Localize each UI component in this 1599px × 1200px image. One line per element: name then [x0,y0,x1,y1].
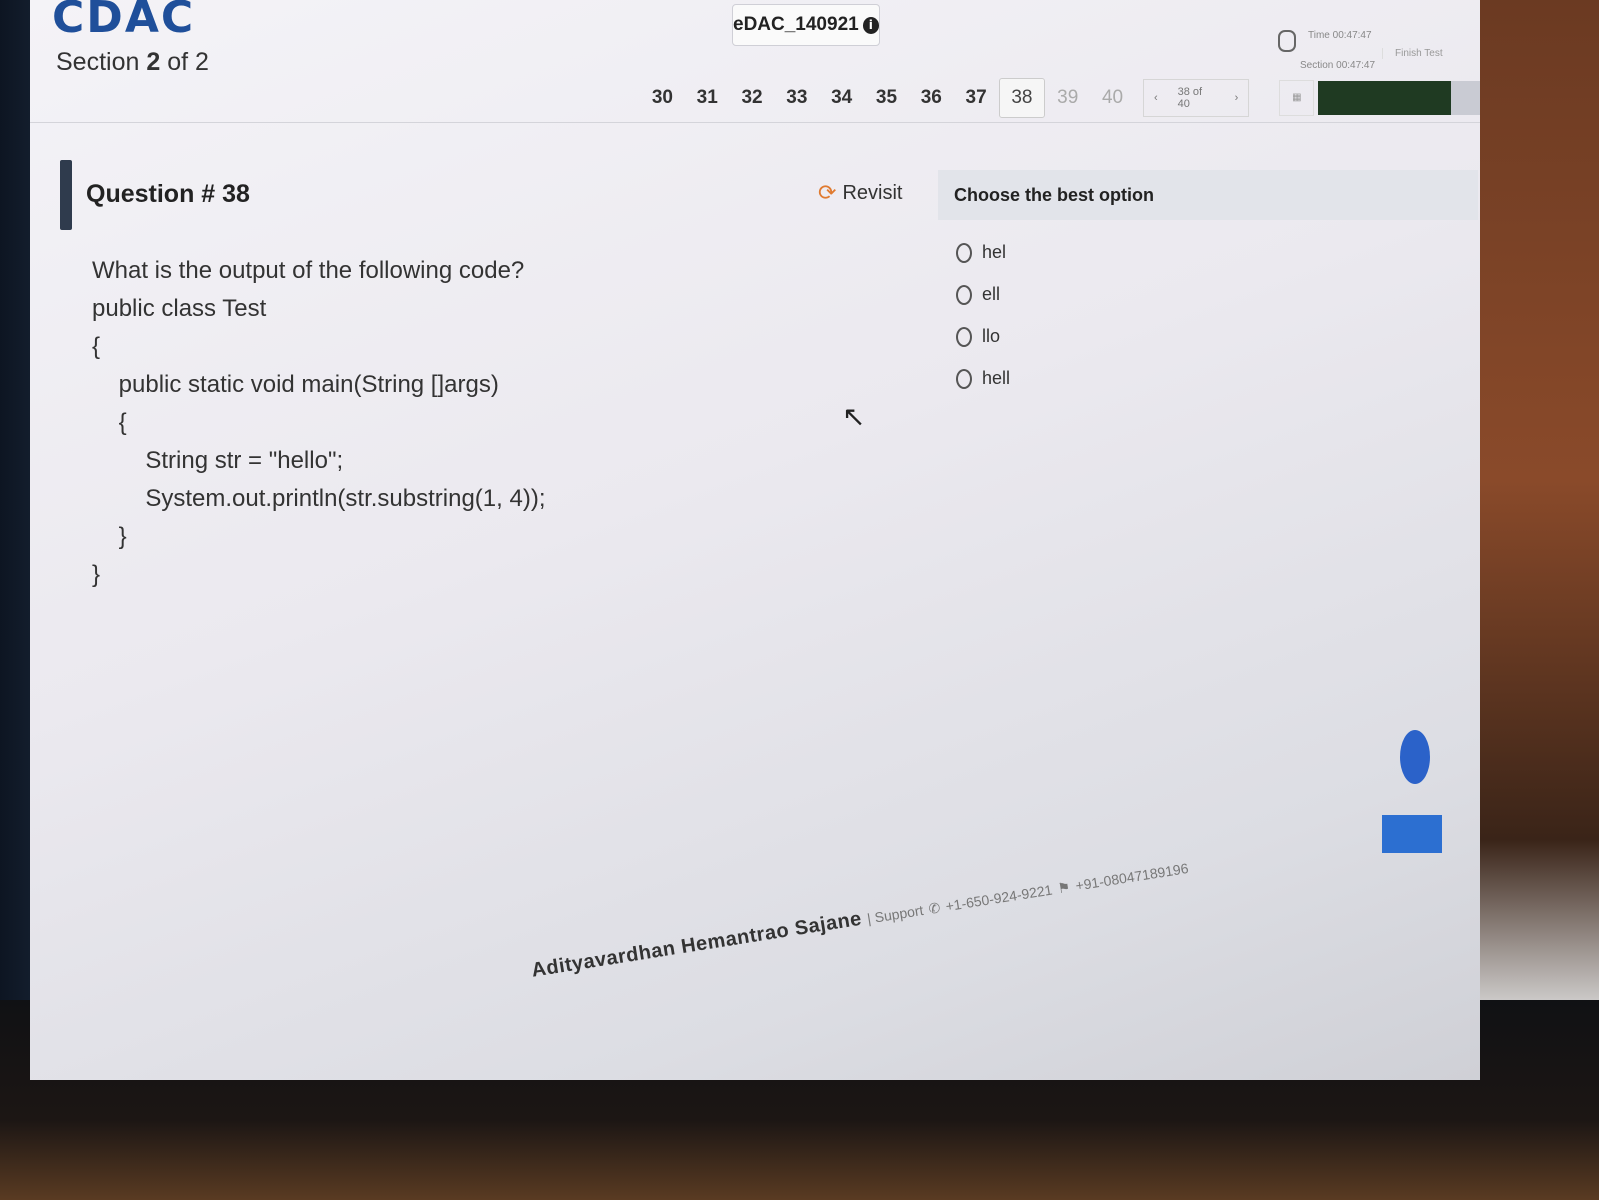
code-line: } [92,561,101,588]
revisit-button[interactable]: ⟳ Revisit [818,180,902,206]
support-phone-in[interactable]: +91-08047189196 [1074,860,1189,894]
option-hell[interactable]: hell [956,368,1010,389]
question-number-34[interactable]: 34 [819,87,864,109]
question-number-31[interactable]: 31 [685,87,730,109]
question-number-40[interactable]: 40 [1090,87,1135,109]
us-flag-icon: ⚑ [1056,878,1072,897]
question-pager: ‹ 38 of 40 › [1142,79,1250,117]
radio-button[interactable] [956,242,972,263]
question-number-30[interactable]: 30 [640,87,685,109]
exam-id-badge[interactable]: eDAC_140921 i [732,4,880,46]
code-line: System.out.println(str.substring(1, 4)); [92,485,546,512]
question-number-35[interactable]: 35 [864,87,909,109]
question-number-38[interactable]: 38 [998,78,1046,118]
question-number-39[interactable]: 39 [1045,87,1090,109]
progress-bar [1318,81,1451,115]
footer: Adityavardhan Hemantrao Sajane | Support… [530,856,1190,983]
options-heading: Choose the best option [938,170,1478,220]
radio-button[interactable] [956,326,972,347]
option-llo[interactable]: llo [956,326,1000,347]
info-icon[interactable]: i [862,16,879,34]
options-panel: Choose the best option hel ell llo hell [938,170,1478,430]
question-title: Question # 38 [86,180,250,208]
question-text: What is the output of the following code… [92,257,525,284]
question-accent-bar [60,160,72,230]
code-line: { [92,333,101,360]
support-label: | Support [866,901,925,927]
code-line: public static void main(String []args) [92,371,499,398]
code-line: String str = "hello"; [92,447,344,474]
progress-bar-remainder [1450,81,1480,115]
cdac-logo: CDAC [52,0,196,43]
option-ell[interactable]: ell [956,284,1000,305]
finish-test-button[interactable]: Finish Test [1382,48,1443,59]
chat-icon[interactable] [1400,730,1430,784]
option-hel[interactable]: hel [956,242,1006,263]
submit-button[interactable] [1382,815,1442,853]
support-phone-us[interactable]: +1-650-924-9221 [944,882,1053,915]
exam-screen: CDAC Section 2 of 2 eDAC_140921 i Time 0… [30,0,1480,1080]
radio-button[interactable] [956,284,972,305]
grid-view-button[interactable]: ▦ [1279,80,1315,116]
question-number-37[interactable]: 37 [954,87,999,109]
code-line: { [92,409,127,436]
question-navigator: 30 31 32 33 34 35 36 37 38 39 40 ‹ 38 of… [640,78,1480,118]
section-indicator: Section 2 of 2 [56,48,209,76]
timer: Time 00:47:47 Section 00:47:47 [1278,30,1375,71]
chevron-right-icon[interactable]: › [1225,92,1249,104]
clock-icon [1278,30,1296,52]
question-number-36[interactable]: 36 [909,87,954,109]
code-line: public class Test [92,295,267,322]
mouse-pointer-icon: ↖ [842,401,866,432]
revisit-icon: ⟳ [818,180,837,205]
chevron-left-icon[interactable]: ‹ [1144,92,1168,104]
question-number-32[interactable]: 32 [730,87,775,109]
candidate-name: Adityavardhan Hemantrao Sajane [530,907,864,982]
question-body: What is the output of the following code… [92,252,545,594]
question-number-33[interactable]: 33 [774,87,819,109]
header-divider [30,122,1480,123]
code-line: } [92,523,127,550]
radio-button[interactable] [956,368,972,389]
phone-icon: ✆ [927,899,942,917]
